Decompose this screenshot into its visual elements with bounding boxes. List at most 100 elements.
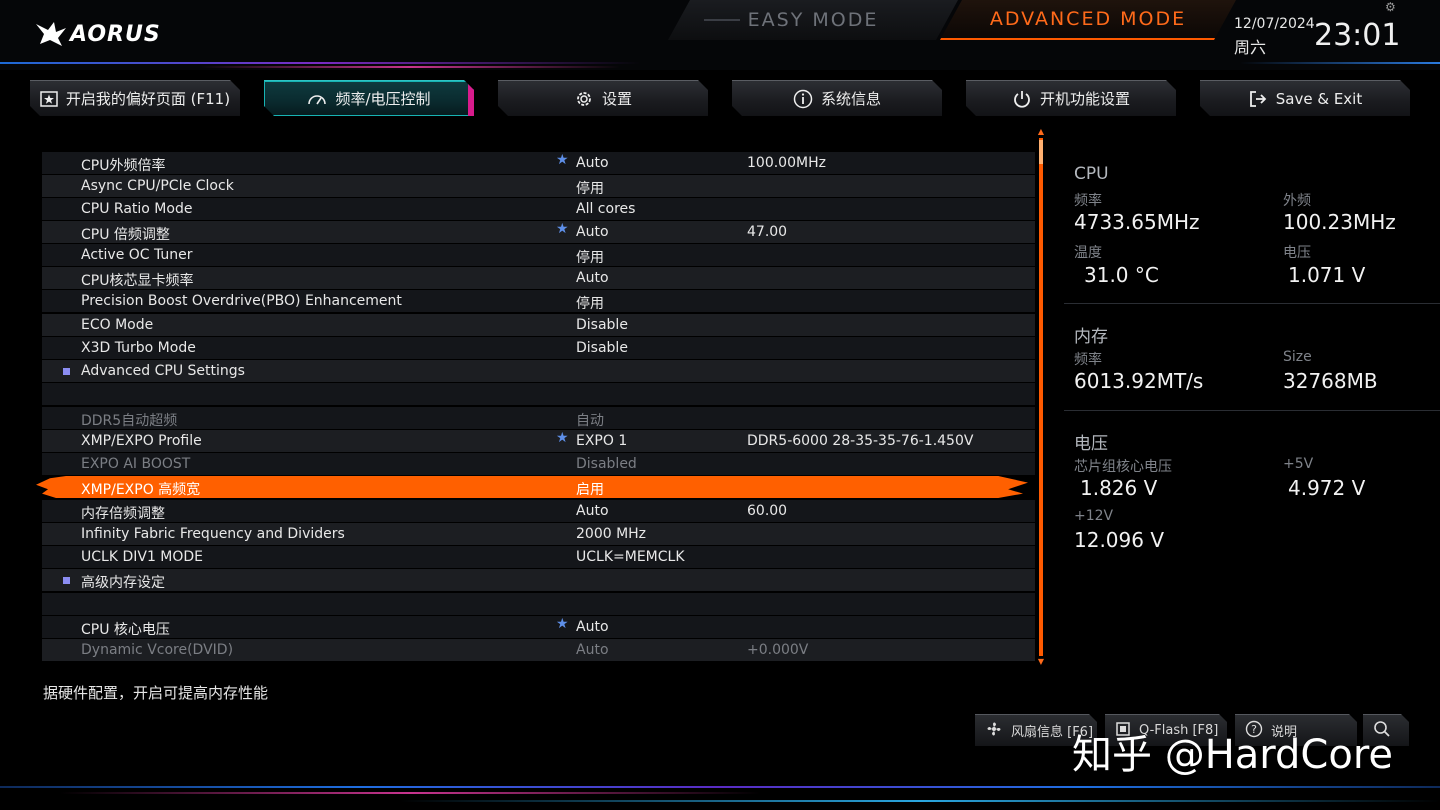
info-icon	[793, 89, 813, 109]
header-streak	[1240, 62, 1440, 64]
submenu-advanced-memory[interactable]: 高级内存设定	[42, 569, 1035, 591]
setting-label: CPU Ratio Mode	[81, 201, 193, 217]
scroll-down-arrow-icon[interactable]: ▼	[1036, 658, 1046, 666]
setting-value: 2000 MHz	[576, 526, 647, 542]
setting-row-uclk-div1[interactable]: UCLK DIV1 MODE UCLK=MEMCLK	[42, 546, 1035, 568]
p5v-label: +5V	[1283, 456, 1314, 472]
setting-value: Disabled	[576, 456, 637, 472]
setting-label: EXPO AI BOOST	[81, 456, 191, 472]
p5v-value: 4.972 V	[1288, 476, 1366, 500]
setting-row-active-oc[interactable]: Active OC Tuner 停用	[42, 244, 1035, 266]
setting-row-ddr5-auto-oc[interactable]: DDR5自动超频 自动	[42, 407, 1035, 429]
setting-label: DDR5自动超频	[81, 413, 178, 429]
setting-row-xmp-high-bandwidth[interactable]: XMP/EXPO 高频宽 启用	[36, 476, 1028, 498]
watermark-text: 知乎 @HardCore	[1072, 732, 1394, 778]
star-page-icon	[40, 91, 58, 107]
setting-row-dynamic-vcore[interactable]: Dynamic Vcore(DVID) Auto +0.000V	[42, 639, 1035, 661]
setting-row-cpu-vcore[interactable]: CPU 核心电压 ★ Auto	[42, 616, 1035, 638]
cpu-freq-value: 4733.65MHz	[1074, 210, 1200, 234]
setting-row-expo-ai-boost[interactable]: EXPO AI BOOST Disabled	[42, 453, 1035, 475]
star-icon: ★	[556, 430, 569, 446]
mem-freq-label: 频率	[1074, 352, 1102, 368]
setting-label: CPU核芯显卡频率	[81, 273, 194, 289]
setting-row-pbo[interactable]: Precision Boost Overdrive(PBO) Enhanceme…	[42, 290, 1035, 312]
setting-row-cpu-bclk[interactable]: CPU外频倍率 ★ Auto 100.00MHz	[42, 152, 1035, 174]
spacer-row	[42, 593, 1035, 615]
setting-label: Precision Boost Overdrive(PBO) Enhanceme…	[81, 293, 402, 309]
setting-label: UCLK DIV1 MODE	[81, 549, 204, 565]
advanced-mode-tab[interactable]: ADVANCED MODE	[940, 0, 1236, 40]
mem-size-label: Size	[1283, 349, 1312, 365]
setting-current: 60.00	[747, 503, 788, 519]
cpu-temp-label: 温度	[1074, 245, 1102, 261]
setting-value: 自动	[576, 413, 604, 429]
scroll-track[interactable]	[1039, 138, 1043, 656]
tab-label: 频率/电压控制	[335, 90, 431, 108]
cpu-section-title: CPU	[1074, 164, 1109, 184]
tab-label: 系统信息	[820, 90, 881, 108]
star-icon: ★	[556, 221, 569, 237]
setting-label: 高级内存设定	[81, 575, 165, 591]
setting-value: Auto	[576, 270, 609, 286]
fan-icon	[985, 720, 1003, 742]
star-icon: ★	[556, 152, 569, 168]
setting-row-xmp-profile[interactable]: XMP/EXPO Profile ★ EXPO 1 DDR5-6000 28-3…	[42, 430, 1035, 452]
gear-icon[interactable]: ⚙	[1385, 0, 1396, 14]
setting-value: 停用	[576, 296, 604, 312]
scroll-thumb[interactable]	[1039, 140, 1043, 164]
tab-settings[interactable]: 设置	[498, 80, 708, 116]
help-description: 据硬件配置，开启可提高内存性能	[43, 684, 269, 702]
setting-row-eco-mode[interactable]: ECO Mode Disable	[42, 314, 1035, 336]
submenu-bullet-icon	[63, 368, 70, 375]
setting-label: CPU外频倍率	[81, 158, 166, 174]
setting-row-cpu-ratio[interactable]: CPU 倍频调整 ★ Auto 47.00	[42, 221, 1035, 243]
tab-freq-voltage[interactable]: 频率/电压控制	[264, 80, 474, 116]
setting-label: Dynamic Vcore(DVID)	[81, 642, 234, 658]
footer-streak	[0, 786, 1440, 788]
setting-current: 100.00MHz	[747, 155, 826, 171]
setting-value: EXPO 1	[576, 433, 628, 449]
setting-row-infinity-fabric[interactable]: Infinity Fabric Frequency and Dividers 2…	[42, 523, 1035, 545]
tab-boot[interactable]: 开机功能设置	[966, 80, 1176, 116]
cpu-temp-value: 31.0 °C	[1084, 263, 1159, 287]
tab-system-info[interactable]: 系统信息	[732, 80, 942, 116]
setting-current: 47.00	[747, 224, 788, 240]
setting-label: Async CPU/PCIe Clock	[81, 178, 234, 194]
setting-label: CPU 核心电压	[81, 622, 170, 638]
tab-label: 设置	[601, 90, 632, 108]
setting-row-async-clock[interactable]: Async CPU/PCIe Clock 停用	[42, 175, 1035, 197]
header-streak	[200, 66, 620, 68]
chipset-volt-value: 1.826 V	[1080, 476, 1158, 500]
setting-value: Auto	[576, 503, 609, 519]
setting-row-mem-multiplier[interactable]: 内存倍频调整 Auto 60.00	[42, 500, 1035, 522]
scroll-up-arrow-icon[interactable]: ▲	[1036, 128, 1046, 136]
mem-freq-value: 6013.92MT/s	[1074, 369, 1204, 393]
setting-row-ratio-mode[interactable]: CPU Ratio Mode All cores	[42, 198, 1035, 220]
setting-row-igpu-freq[interactable]: CPU核芯显卡频率 Auto	[42, 267, 1035, 289]
gear-icon	[574, 89, 594, 109]
setting-label: XMP/EXPO Profile	[81, 433, 202, 449]
date-display: 12/07/2024	[1234, 16, 1315, 32]
settings-list: CPU外频倍率 ★ Auto 100.00MHz Async CPU/PCIe …	[36, 128, 1036, 664]
setting-value: 启用	[576, 482, 604, 498]
panel-divider	[1064, 410, 1440, 411]
gauge-icon	[307, 92, 327, 106]
tab-favorites[interactable]: 开启我的偏好页面 (F11)	[30, 80, 240, 116]
chipset-volt-label: 芯片组核心电压	[1074, 459, 1172, 475]
settings-scrollbar[interactable]: ▲ ▼	[1036, 128, 1046, 666]
cpu-bclk-value: 100.23MHz	[1283, 210, 1396, 234]
tab-save-exit[interactable]: Save & Exit	[1200, 80, 1410, 116]
p12v-label: +12V	[1074, 508, 1114, 524]
easy-mode-tab[interactable]: EASY MODE	[668, 0, 958, 40]
setting-label: CPU 倍频调整	[81, 227, 170, 243]
cpu-volt-value: 1.071 V	[1288, 263, 1366, 287]
cpu-freq-label: 频率	[1074, 193, 1102, 209]
setting-row-x3d-turbo[interactable]: X3D Turbo Mode Disable	[42, 337, 1035, 359]
power-icon	[1012, 89, 1032, 109]
setting-value: Auto	[576, 155, 609, 171]
cpu-bclk-label: 外频	[1283, 193, 1311, 209]
setting-current: +0.000V	[747, 642, 809, 658]
submenu-advanced-cpu[interactable]: Advanced CPU Settings	[42, 360, 1035, 382]
setting-value: All cores	[576, 201, 636, 217]
spacer-row	[42, 383, 1035, 405]
